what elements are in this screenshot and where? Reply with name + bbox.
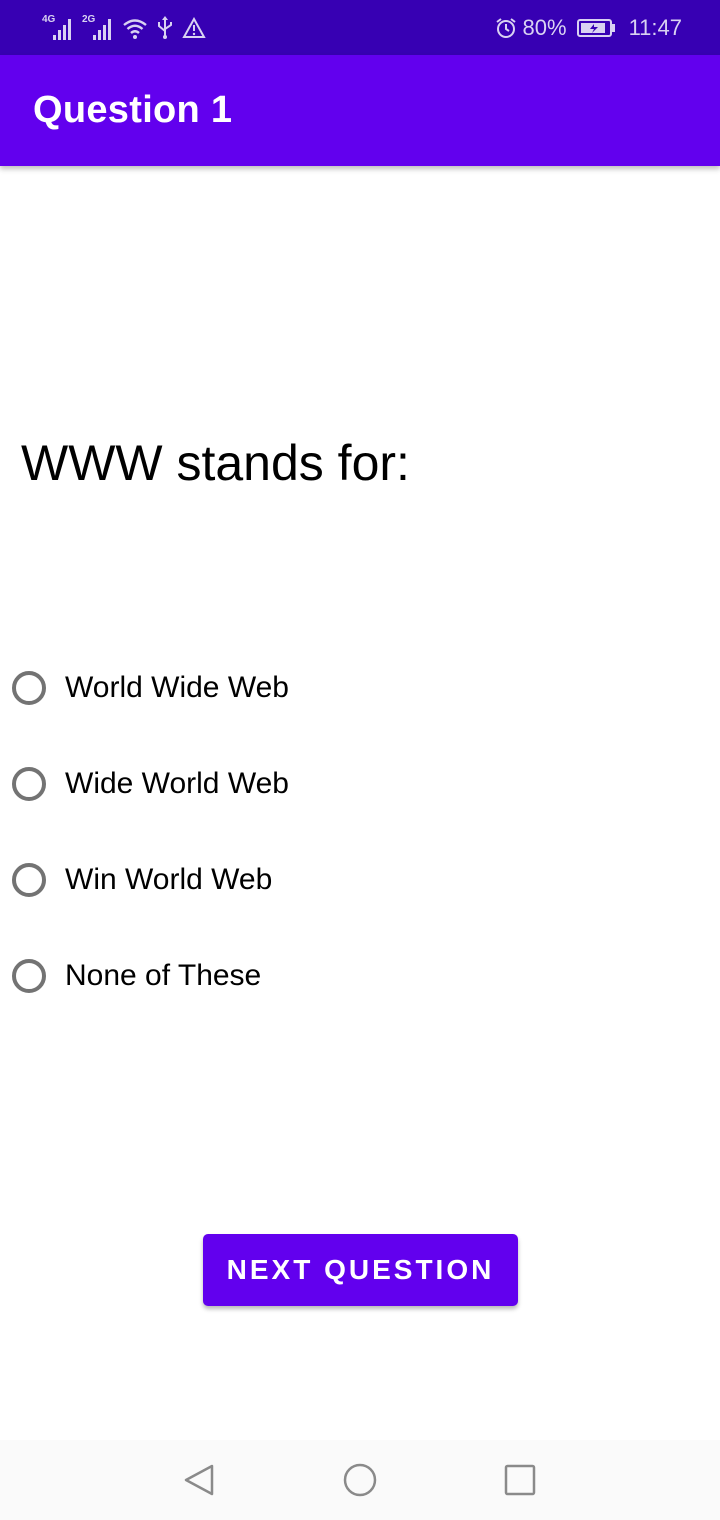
clock-time: 11:47 <box>628 15 682 40</box>
radio-button-icon[interactable] <box>12 671 46 705</box>
status-icons-left: 4G 2G <box>42 14 206 42</box>
wifi-icon <box>122 16 148 40</box>
home-icon[interactable] <box>338 1458 382 1502</box>
answer-radio-group: World Wide Web Wide World Web Win World … <box>0 640 720 1024</box>
question-text: WWW stands for: <box>21 435 410 491</box>
usb-icon <box>156 16 174 40</box>
signal-2g-icon: 2G <box>82 15 114 41</box>
status-bar: 4G 2G 80% 11:47 <box>0 0 720 55</box>
status-icons-right: 80% 11:47 <box>495 14 682 42</box>
option-world-wide-web[interactable]: World Wide Web <box>0 640 720 736</box>
system-nav-bar <box>0 1440 720 1520</box>
radio-button-icon[interactable] <box>12 767 46 801</box>
option-label: World Wide Web <box>65 671 289 704</box>
option-wide-world-web[interactable]: Wide World Web <box>0 736 720 832</box>
warning-icon <box>182 17 206 39</box>
radio-button-icon[interactable] <box>12 959 46 993</box>
recents-icon[interactable] <box>498 1458 542 1502</box>
radio-button-icon[interactable] <box>12 863 46 897</box>
quiz-screen: 4G 2G 80% 11:47 Question 1 WWW stands fo… <box>0 0 720 1520</box>
battery-percent: 80% <box>522 15 567 40</box>
back-icon[interactable] <box>178 1458 222 1502</box>
option-label: Win World Web <box>65 863 273 896</box>
signal-4g-icon: 4G <box>42 15 74 41</box>
alarm-icon <box>495 17 517 39</box>
app-bar: Question 1 <box>0 55 720 166</box>
battery-charging-icon <box>576 18 617 38</box>
option-none-of-these[interactable]: None of These <box>0 928 720 1024</box>
option-win-world-web[interactable]: Win World Web <box>0 832 720 928</box>
next-question-button[interactable]: NEXT QUESTION <box>203 1234 518 1306</box>
option-label: None of These <box>65 959 262 992</box>
page-title: Question 1 <box>33 89 233 131</box>
option-label: Wide World Web <box>65 767 289 800</box>
